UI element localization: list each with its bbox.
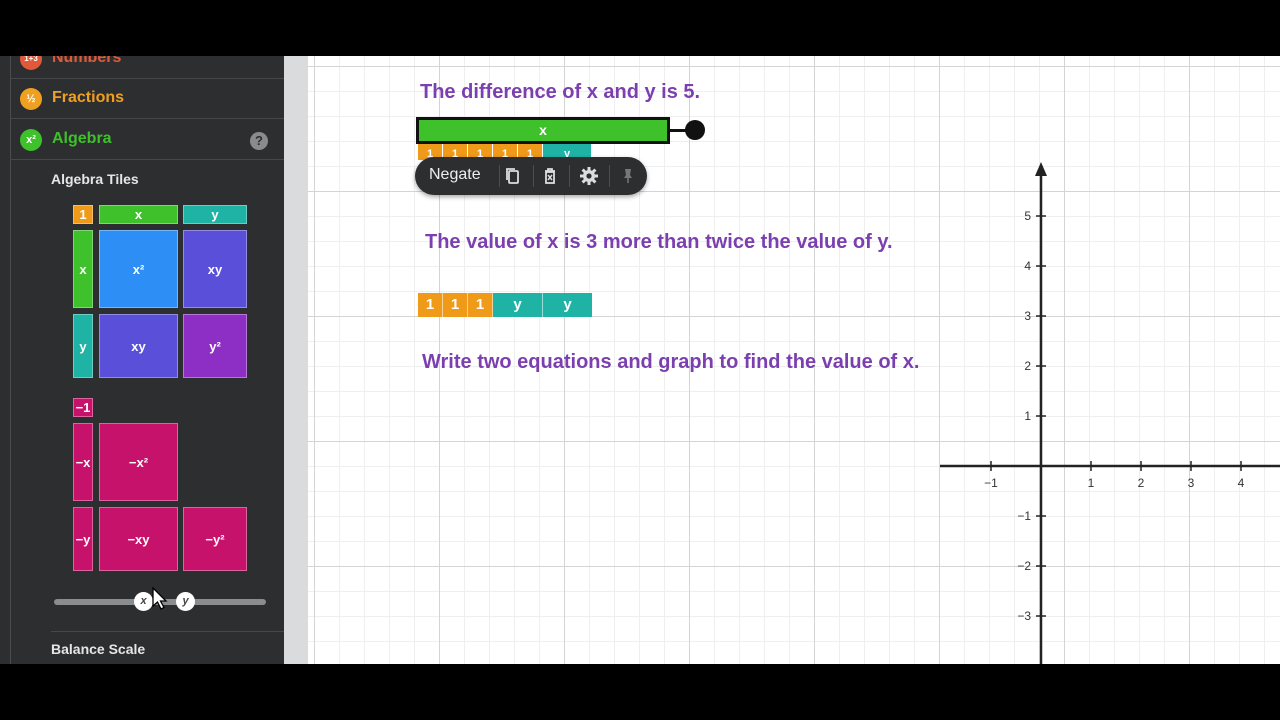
unit-tile[interactable]: 1	[73, 205, 93, 224]
balance-scale-title[interactable]: Balance Scale	[51, 641, 145, 657]
gear-icon[interactable]	[579, 166, 599, 186]
y-squared-tile[interactable]: y²	[183, 314, 247, 378]
prompt-difference[interactable]: The difference of x and y is 5.	[420, 81, 700, 104]
algebra-tiles-title: Algebra Tiles	[51, 171, 139, 187]
unit-tile[interactable]: 1	[418, 293, 443, 317]
y-tick-label: −2	[1017, 559, 1031, 573]
algebra-icon: x²	[20, 129, 42, 151]
unit-tile[interactable]: 1	[443, 293, 468, 317]
x-tick-label: 4	[1238, 476, 1245, 490]
y-tick-label: 4	[1024, 259, 1031, 273]
trash-icon[interactable]	[540, 166, 560, 186]
y-tick-label: −1	[1017, 509, 1031, 523]
y-tick-label: 2	[1024, 359, 1031, 373]
x-tick-label: 1	[1088, 476, 1095, 490]
help-icon[interactable]: ?	[250, 132, 268, 150]
y-tile[interactable]: y	[543, 293, 592, 317]
x-tick-label: 3	[1188, 476, 1195, 490]
negative-x-squared-tile[interactable]: −x²	[99, 423, 178, 501]
negative-xy-tile[interactable]: −xy	[99, 507, 178, 571]
menu-label-fractions: Fractions	[52, 89, 125, 106]
xy-tile[interactable]: xy	[183, 230, 247, 308]
toolbar-separator	[609, 165, 610, 187]
y-axis-arrow-icon	[1035, 162, 1047, 176]
numbers-icon: 1+3	[20, 56, 42, 70]
toolbar-separator	[533, 165, 534, 187]
pin-icon[interactable]	[618, 166, 638, 186]
xy-tile-vertical[interactable]: xy	[99, 314, 178, 378]
sidebar: 1+3 Numbers ½ Fractions x² Algebra ? Alg…	[0, 56, 284, 664]
menu-label-numbers: Numbers	[52, 56, 122, 66]
section-divider	[51, 631, 284, 632]
y-tile-vertical[interactable]: y	[73, 314, 93, 378]
x-tick-label: 2	[1138, 476, 1145, 490]
y-tile[interactable]: y	[493, 293, 543, 317]
y-tile-horizontal[interactable]: y	[183, 205, 247, 224]
x-tile-vertical[interactable]: x	[73, 230, 93, 308]
toolbar-separator	[569, 165, 570, 187]
negative-unit-tile[interactable]: −1	[73, 398, 93, 417]
menu-label-algebra: Algebra	[52, 130, 112, 147]
negative-x-tile[interactable]: −x	[73, 423, 93, 501]
negative-y-tile[interactable]: −y	[73, 507, 93, 571]
prompt-instructions[interactable]: Write two equations and graph to find th…	[422, 351, 919, 374]
negative-y-squared-tile[interactable]: −y²	[183, 507, 247, 571]
y-tick-label: 1	[1024, 409, 1031, 423]
copy-icon[interactable]	[503, 166, 523, 186]
x-squared-tile[interactable]: x²	[99, 230, 178, 308]
prompt-value-of-x[interactable]: The value of x is 3 more than twice the …	[425, 231, 893, 254]
menu-item-fractions[interactable]: ½ Fractions	[10, 79, 284, 119]
toolbar-separator	[499, 165, 500, 187]
y-tick-label: −3	[1017, 609, 1031, 623]
app-frame: 1+3 Numbers ½ Fractions x² Algebra ? Alg…	[0, 56, 1280, 664]
tile-context-toolbar: Negate	[415, 157, 647, 195]
sidebar-resize-handle[interactable]	[284, 56, 308, 664]
y-tick-label: 5	[1024, 209, 1031, 223]
fraction-icon: ½	[20, 88, 42, 110]
menu-item-algebra[interactable]: x² Algebra ?	[10, 120, 284, 160]
menu-item-numbers[interactable]: 1+3 Numbers	[10, 56, 284, 79]
x-tile-horizontal[interactable]: x	[99, 205, 178, 224]
slider-knob-y[interactable]: y	[176, 592, 195, 611]
unit-tile[interactable]: 1	[468, 293, 493, 317]
workspace-canvas[interactable]: −1 1 2 3 4 5 4 3 2 1 −1 −2 −3 The difference of x an…	[308, 56, 1280, 664]
y-tick-label: 3	[1024, 309, 1031, 323]
x-tick-label: −1	[984, 476, 998, 490]
selected-x-tile[interactable]: x	[416, 117, 670, 144]
mouse-cursor-icon	[152, 587, 168, 610]
slider-knob-x[interactable]: x	[134, 592, 153, 611]
negate-button[interactable]: Negate	[429, 166, 481, 184]
resize-handle[interactable]	[685, 120, 705, 140]
